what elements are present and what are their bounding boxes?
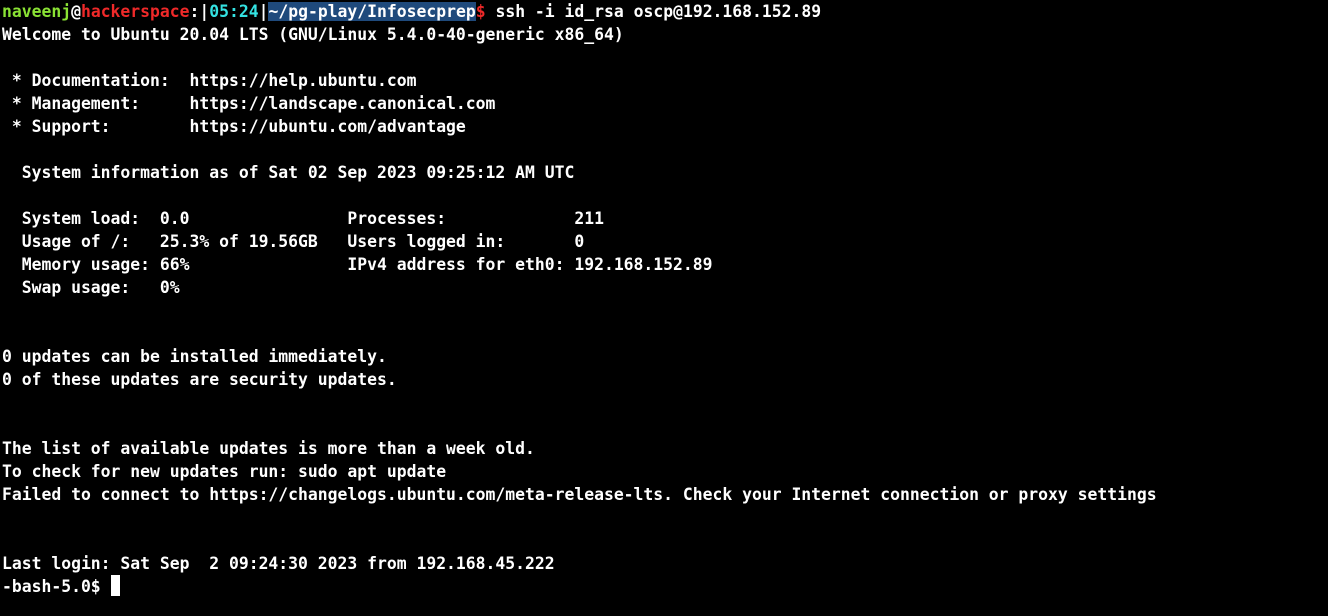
output-line: Last login: Sat Sep 2 09:24:30 2023 from… bbox=[2, 554, 555, 573]
output-line: 0 updates can be installed immediately. bbox=[2, 347, 387, 366]
output-line: Memory usage: 66% IPv4 address for eth0:… bbox=[2, 255, 713, 274]
remote-prompt: -bash-5.0$ bbox=[2, 577, 111, 596]
output-line: System load: 0.0 Processes: 211 bbox=[2, 209, 604, 228]
prompt-at: @ bbox=[71, 2, 81, 21]
output-line: * Support: https://ubuntu.com/advantage bbox=[2, 117, 466, 136]
output-line: 0 of these updates are security updates. bbox=[2, 370, 397, 389]
output-line: Welcome to Ubuntu 20.04 LTS (GNU/Linux 5… bbox=[2, 25, 624, 44]
remote-prompt-line[interactable]: -bash-5.0$ bbox=[2, 575, 1328, 598]
output-line: * Documentation: https://help.ubuntu.com bbox=[2, 71, 417, 90]
output-line: Failed to connect to https://changelogs.… bbox=[2, 485, 1157, 504]
output-line: The list of available updates is more th… bbox=[2, 439, 535, 458]
prompt-user: naveenj bbox=[2, 2, 72, 21]
prompt-separator: :| bbox=[189, 2, 210, 21]
output-line: Swap usage: 0% bbox=[2, 278, 180, 297]
prompt-dollar: $ bbox=[475, 2, 486, 21]
terminal-window[interactable]: naveenj@hackerspace:|05:24|~/pg-play/Inf… bbox=[0, 0, 1328, 616]
output-line: * Management: https://landscape.canonica… bbox=[2, 94, 496, 113]
prompt-time: 05:24 bbox=[209, 2, 259, 21]
prompt-host: hackerspace bbox=[80, 2, 190, 21]
prompt-path: ~/pg-play/Infosecprep bbox=[268, 2, 476, 21]
local-prompt-line: naveenj@hackerspace:|05:24|~/pg-play/Inf… bbox=[2, 0, 1328, 23]
entered-command: ssh -i id_rsa oscp@192.168.152.89 bbox=[485, 2, 822, 21]
output-line: Usage of /: 25.3% of 19.56GB Users logge… bbox=[2, 232, 585, 251]
output-line: System information as of Sat 02 Sep 2023… bbox=[2, 163, 575, 182]
prompt-separator: | bbox=[258, 2, 269, 21]
output-line: To check for new updates run: sudo apt u… bbox=[2, 462, 447, 481]
text-cursor bbox=[110, 575, 120, 596]
